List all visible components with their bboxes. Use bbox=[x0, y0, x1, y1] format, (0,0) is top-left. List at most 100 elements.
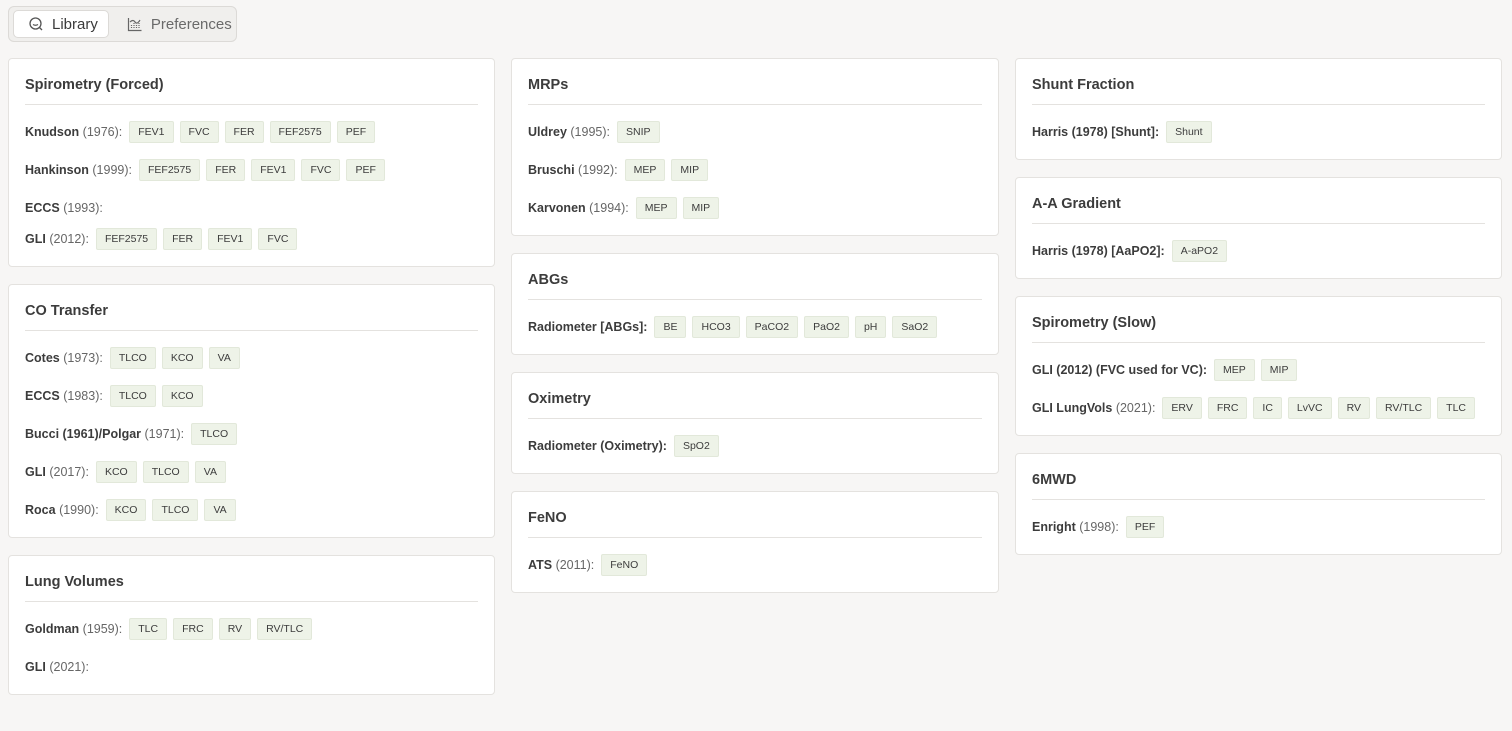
parameter-chip-fev1[interactable]: FEV1 bbox=[129, 121, 174, 143]
parameter-chip-tlc[interactable]: TLC bbox=[129, 618, 168, 640]
parameter-chip-rv[interactable]: RV bbox=[1337, 397, 1371, 419]
reference-year: (1993): bbox=[63, 201, 103, 215]
card-title: Shunt Fraction bbox=[1032, 75, 1485, 105]
column-3: Shunt Fraction Harris (1978) [Shunt]: Shun… bbox=[1015, 58, 1502, 555]
parameter-chip-va[interactable]: VA bbox=[208, 347, 240, 369]
reference-year: (1973): bbox=[63, 351, 103, 365]
parameter-chip-tlco[interactable]: TLCO bbox=[142, 461, 189, 483]
reference-year: (2012): bbox=[49, 232, 89, 246]
parameter-chip-fer[interactable]: FER bbox=[163, 228, 203, 250]
reference-row: GLI LungVols (2021): ERV FRC IC LvVC RV RV/TLC… bbox=[1032, 397, 1485, 419]
card-title: Oximetry bbox=[528, 389, 982, 419]
reference-label: Bruschi (1992): bbox=[528, 163, 618, 177]
parameter-chip-pef[interactable]: PEF bbox=[336, 121, 376, 143]
parameter-chip-kco[interactable]: KCO bbox=[161, 347, 203, 369]
parameter-chip-rv[interactable]: RV bbox=[218, 618, 252, 640]
parameter-chip-paco2[interactable]: PaCO2 bbox=[745, 316, 799, 338]
card-title: A-A Gradient bbox=[1032, 194, 1485, 224]
reference-label: GLI (2021): bbox=[25, 660, 89, 674]
reference-name: GLI LungVols bbox=[1032, 401, 1113, 415]
reference-row: GLI (2012) (FVC used for VC): MEP MIP bbox=[1032, 359, 1485, 381]
parameter-chip-kco[interactable]: KCO bbox=[161, 385, 203, 407]
reference-year: (1976): bbox=[82, 125, 123, 139]
tab-label: Preferences bbox=[150, 15, 232, 33]
parameter-chip-rv-tlc[interactable]: RV/TLC bbox=[257, 618, 313, 640]
reference-row: GLI (2017): KCO TLCO VA bbox=[25, 461, 478, 483]
parameter-chip-va[interactable]: VA bbox=[204, 499, 236, 521]
parameter-chip-va[interactable]: VA bbox=[194, 461, 226, 483]
reference-label: Enright (1998): bbox=[1032, 520, 1119, 534]
parameter-chip-fef2575[interactable]: FEF2575 bbox=[139, 159, 201, 181]
reference-row: GLI (2021): bbox=[25, 656, 478, 678]
parameter-chip-rv-tlc[interactable]: RV/TLC bbox=[1376, 397, 1432, 419]
parameter-chip-tlc[interactable]: TLC bbox=[1437, 397, 1476, 419]
parameter-chip-pao2[interactable]: PaO2 bbox=[804, 316, 849, 338]
parameter-chip-ph[interactable]: pH bbox=[854, 316, 887, 338]
reference-year: (2011): bbox=[555, 558, 595, 572]
reference-row: Karvonen (1994): MEP MIP bbox=[528, 197, 982, 219]
reference-row: ATS (2011): FeNO bbox=[528, 554, 982, 576]
parameter-chip-shunt[interactable]: Shunt bbox=[1166, 121, 1212, 143]
tab-preferences[interactable]: Preferences bbox=[113, 10, 242, 38]
parameter-chip-mep[interactable]: MEP bbox=[1214, 359, 1255, 381]
parameter-chip-a-apo2[interactable]: A-aPO2 bbox=[1171, 240, 1228, 262]
parameter-chip-ic[interactable]: IC bbox=[1253, 397, 1282, 419]
reference-label: Goldman (1959): bbox=[25, 622, 122, 636]
parameter-chip-mip[interactable]: MIP bbox=[1260, 359, 1298, 381]
parameter-chip-fev1[interactable]: FEV1 bbox=[251, 159, 296, 181]
parameter-chip-sao2[interactable]: SaO2 bbox=[892, 316, 938, 338]
card-spirometry-forced: Spirometry (Forced) Knudson (1976): FEV1 FV… bbox=[8, 58, 495, 267]
parameter-chip-mep[interactable]: MEP bbox=[624, 159, 666, 181]
parameter-chip-fef2575[interactable]: FEF2575 bbox=[269, 121, 331, 143]
parameter-chip-kco[interactable]: KCO bbox=[105, 499, 147, 521]
parameter-chip-tlco[interactable]: TLCO bbox=[191, 423, 238, 445]
parameter-chip-fer[interactable]: FER bbox=[206, 159, 246, 181]
parameter-chip-tlco[interactable]: TLCO bbox=[152, 499, 199, 521]
reference-name: GLI bbox=[25, 465, 46, 479]
reference-label: Harris (1978) [AaPO2]: bbox=[1032, 244, 1165, 258]
parameter-chip-mip[interactable]: MIP bbox=[682, 197, 720, 219]
reference-row: Harris (1978) [Shunt]: Shunt bbox=[1032, 121, 1485, 143]
parameter-chip-mep[interactable]: MEP bbox=[635, 197, 677, 219]
parameter-chip-spo2[interactable]: SpO2 bbox=[673, 435, 719, 457]
card-title: FeNO bbox=[528, 508, 982, 538]
parameter-chip-erv[interactable]: ERV bbox=[1162, 397, 1202, 419]
reference-label: Roca (1990): bbox=[25, 503, 99, 517]
parameter-chip-mip[interactable]: MIP bbox=[671, 159, 709, 181]
parameter-chip-fev1[interactable]: FEV1 bbox=[208, 228, 253, 250]
parameter-chip-fer[interactable]: FER bbox=[224, 121, 264, 143]
card-a-a-gradient: A-A Gradient Harris (1978) [AaPO2]: A-aPO2 bbox=[1015, 177, 1502, 279]
parameter-chip-tlco[interactable]: TLCO bbox=[109, 347, 156, 369]
reference-row: Uldrey (1995): SNIP bbox=[528, 121, 982, 143]
parameter-chip-feno[interactable]: FeNO bbox=[601, 554, 648, 576]
card-title: Spirometry (Forced) bbox=[25, 75, 478, 105]
parameter-chip-fvc[interactable]: FVC bbox=[258, 228, 298, 250]
parameter-chip-frc[interactable]: FRC bbox=[1207, 397, 1248, 419]
parameter-chip-snip[interactable]: SNIP bbox=[617, 121, 660, 143]
card-feno: FeNO ATS (2011): FeNO bbox=[511, 491, 999, 593]
parameter-chip-fvc[interactable]: FVC bbox=[179, 121, 219, 143]
parameter-chip-fvc[interactable]: FVC bbox=[301, 159, 341, 181]
reference-label: GLI (2012): bbox=[25, 232, 89, 246]
reference-label: GLI (2017): bbox=[25, 465, 89, 479]
parameter-chip-fef2575[interactable]: FEF2575 bbox=[95, 228, 158, 250]
parameter-chip-be[interactable]: BE bbox=[654, 316, 687, 338]
parameter-chip-kco[interactable]: KCO bbox=[95, 461, 137, 483]
tab-library[interactable]: Library bbox=[13, 10, 109, 38]
card-title: Spirometry (Slow) bbox=[1032, 313, 1485, 343]
reference-name: Uldrey bbox=[528, 125, 567, 139]
reference-row: Radiometer [ABGs]: BE HCO3 PaCO2 PaO2 pH SaO2 bbox=[528, 316, 982, 338]
parameter-chip-tlco[interactable]: TLCO bbox=[109, 385, 156, 407]
reference-row: Cotes (1973): TLCO KCO VA bbox=[25, 347, 478, 369]
reference-name: ECCS bbox=[25, 201, 60, 215]
parameter-chip-pef[interactable]: PEF bbox=[1125, 516, 1165, 538]
reference-name: Roca bbox=[25, 503, 56, 517]
reference-label: GLI (2012) (FVC used for VC): bbox=[1032, 363, 1207, 377]
reference-row: Enright (1998): PEF bbox=[1032, 516, 1485, 538]
card-oximetry: Oximetry Radiometer (Oximetry): SpO2 bbox=[511, 372, 999, 474]
reference-label: Cotes (1973): bbox=[25, 351, 103, 365]
parameter-chip-frc[interactable]: FRC bbox=[173, 618, 213, 640]
parameter-chip-lvvc[interactable]: LvVC bbox=[1287, 397, 1332, 419]
parameter-chip-hco3[interactable]: HCO3 bbox=[692, 316, 740, 338]
parameter-chip-pef[interactable]: PEF bbox=[346, 159, 385, 181]
